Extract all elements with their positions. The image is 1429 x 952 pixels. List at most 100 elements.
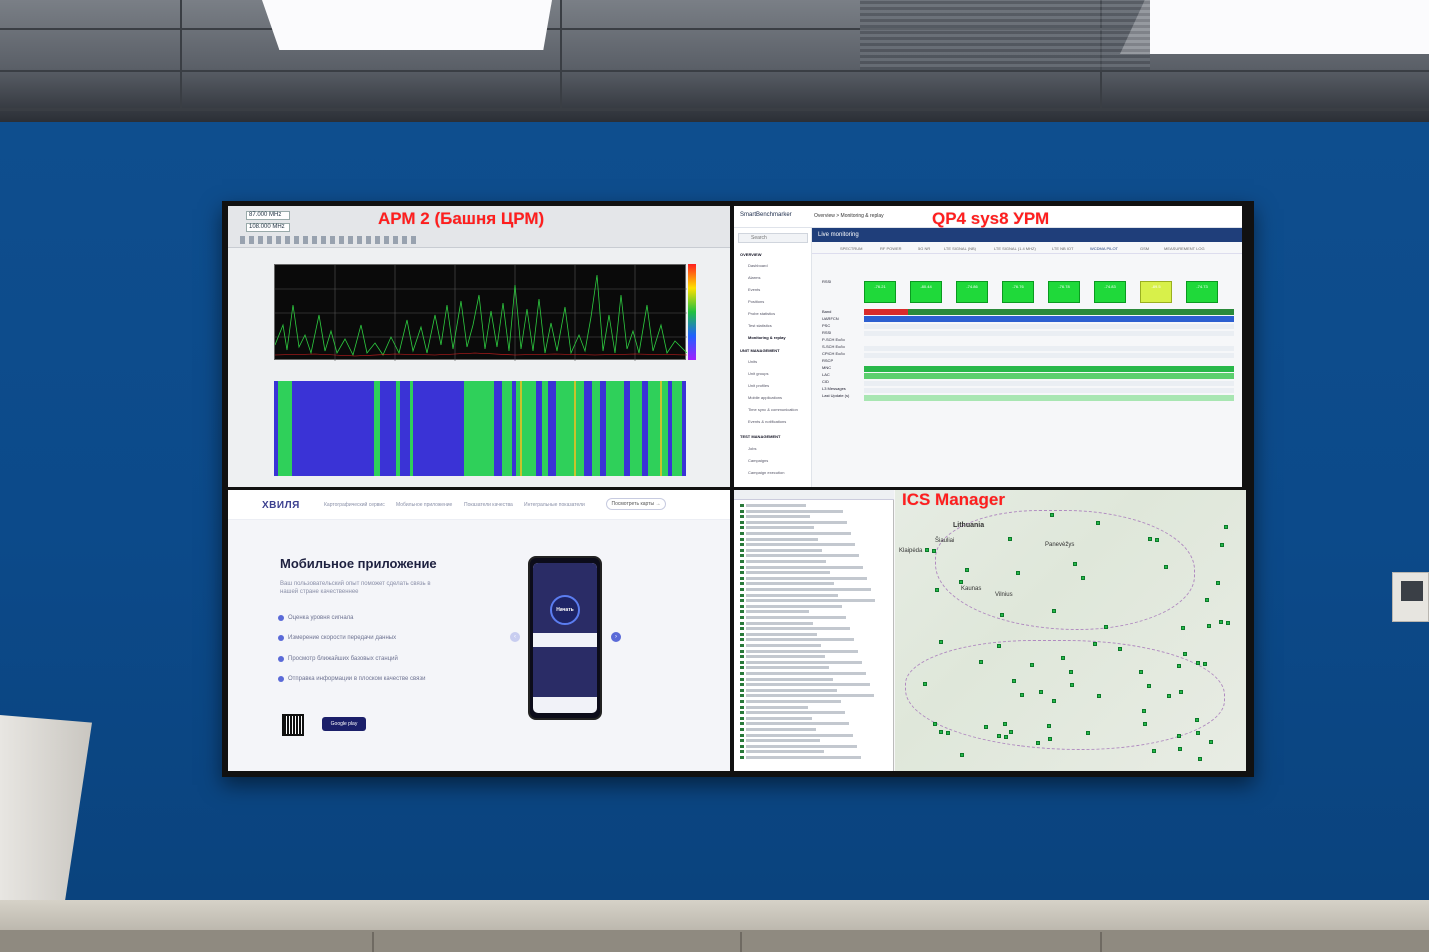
station-marker[interactable]	[1167, 694, 1171, 698]
nav-link-map-service[interactable]: Картографический сервис	[324, 502, 385, 508]
station-marker[interactable]	[1036, 741, 1040, 745]
qr-code[interactable]	[282, 714, 304, 736]
tree-node[interactable]	[746, 733, 853, 737]
tree-node[interactable]	[746, 621, 813, 625]
station-marker[interactable]	[1196, 661, 1200, 665]
tree-node[interactable]	[746, 548, 822, 552]
sidebar-item-campaigns[interactable]: Campaigns	[748, 458, 768, 463]
tree-node[interactable]	[746, 571, 830, 575]
tree-node[interactable]	[746, 722, 849, 726]
toolbar-buttons[interactable]	[240, 236, 420, 244]
tree-node[interactable]	[746, 716, 812, 720]
tree-node[interactable]	[746, 744, 857, 748]
station-marker[interactable]	[925, 548, 929, 552]
tree-node[interactable]	[746, 649, 858, 653]
station-marker[interactable]	[1020, 693, 1024, 697]
sidebar-section-overview[interactable]: OVERVIEW	[740, 252, 762, 257]
sidebar-item-positions[interactable]: Positions	[748, 299, 764, 304]
sidebar-item-unit-profiles[interactable]: Unit profiles	[748, 383, 769, 388]
nav-link-mobile-app[interactable]: Мобильное приложение	[396, 502, 452, 508]
station-marker[interactable]	[1152, 749, 1156, 753]
view-maps-button[interactable]: Посмотреть карты →	[606, 498, 666, 510]
tree-node[interactable]	[746, 683, 870, 687]
search-input[interactable]: Search	[738, 233, 808, 243]
tree-node[interactable]	[746, 526, 814, 530]
station-marker[interactable]	[1081, 576, 1085, 580]
station-marker[interactable]	[1178, 747, 1182, 751]
station-marker[interactable]	[1207, 624, 1211, 628]
station-marker[interactable]	[939, 640, 943, 644]
tree-node[interactable]	[746, 688, 837, 692]
tab-lte-14[interactable]: LTE SIGNAL (1.4 MHZ)	[994, 246, 1036, 251]
carousel-next-button[interactable]: ›	[611, 632, 621, 642]
station-marker[interactable]	[1070, 683, 1074, 687]
station-marker[interactable]	[1209, 740, 1213, 744]
station-marker[interactable]	[997, 644, 1001, 648]
tree-node[interactable]	[746, 554, 859, 558]
tree-node[interactable]	[746, 728, 816, 731]
breadcrumb[interactable]: Overview > Monitoring & replay	[814, 213, 884, 219]
tab-rf-power[interactable]: RF POWER	[880, 246, 902, 251]
site-logo[interactable]: ХВИЛЯ	[262, 500, 300, 511]
station-marker[interactable]	[1164, 565, 1168, 569]
sidebar-item-monitoring[interactable]: Monitoring & replay	[748, 335, 786, 340]
tree-node[interactable]	[746, 504, 806, 507]
station-marker[interactable]	[1009, 730, 1013, 734]
tree-node[interactable]	[746, 537, 818, 541]
station-marker[interactable]	[1179, 690, 1183, 694]
station-marker[interactable]	[1052, 609, 1056, 613]
station-marker[interactable]	[1097, 694, 1101, 698]
nav-link-quality[interactable]: Показатели качества	[464, 502, 513, 508]
station-marker[interactable]	[946, 731, 950, 735]
station-marker[interactable]	[1016, 571, 1020, 575]
map-view[interactable]: Lithuania Klaipėda Vilnius Kaunas Šiauli…	[895, 490, 1246, 771]
station-marker[interactable]	[1139, 670, 1143, 674]
tree-node[interactable]	[746, 756, 861, 759]
tree-node[interactable]	[746, 627, 850, 631]
tree-node[interactable]	[746, 588, 871, 591]
station-marker[interactable]	[1039, 690, 1043, 694]
station-marker[interactable]	[1052, 699, 1056, 703]
station-marker[interactable]	[1216, 581, 1220, 585]
station-marker[interactable]	[1073, 562, 1077, 566]
station-marker[interactable]	[939, 730, 943, 734]
station-marker[interactable]	[979, 660, 983, 664]
station-marker[interactable]	[932, 549, 936, 553]
tree-node[interactable]	[746, 655, 825, 659]
station-marker[interactable]	[965, 568, 969, 572]
station-marker[interactable]	[1069, 670, 1073, 674]
tree-node[interactable]	[746, 677, 833, 681]
sidebar-item-jobs[interactable]: Jobs	[748, 446, 756, 451]
station-marker[interactable]	[1143, 722, 1147, 726]
sidebar-item-campaign-execution[interactable]: Campaign execution	[748, 470, 784, 475]
station-marker[interactable]	[1203, 662, 1207, 666]
station-marker[interactable]	[1177, 734, 1181, 738]
tree-node[interactable]	[746, 599, 875, 603]
google-play-badge[interactable]: Google play	[322, 717, 366, 731]
sidebar-item-alarms[interactable]: Alarms	[748, 275, 760, 280]
station-marker[interactable]	[997, 734, 1001, 738]
sidebar-section-test-management[interactable]: TEST MANAGEMENT	[740, 434, 780, 439]
tree-node[interactable]	[746, 666, 829, 670]
tree-node[interactable]	[746, 515, 810, 519]
station-marker[interactable]	[1096, 521, 1100, 525]
tree-node[interactable]	[746, 660, 862, 664]
tree-node[interactable]	[746, 739, 820, 743]
sidebar-item-probe-statistics[interactable]: Probe statistics	[748, 311, 775, 316]
sidebar-item-mobile-apps[interactable]: Mobile applications	[748, 395, 782, 400]
station-marker[interactable]	[923, 682, 927, 686]
tree-node[interactable]	[746, 672, 866, 675]
tree-node[interactable]	[746, 604, 842, 608]
station-marker[interactable]	[1198, 757, 1202, 761]
carousel-prev-button[interactable]: ‹	[510, 632, 520, 642]
sidebar-item-units[interactable]: Units	[748, 359, 757, 364]
station-marker[interactable]	[1050, 513, 1054, 517]
station-marker[interactable]	[984, 725, 988, 729]
station-marker[interactable]	[1226, 621, 1230, 625]
station-marker[interactable]	[1142, 709, 1146, 713]
station-marker[interactable]	[1012, 679, 1016, 683]
station-marker[interactable]	[933, 722, 937, 726]
tab-wcdma-pilot[interactable]: WCDMA PILOT	[1090, 246, 1118, 251]
tree-node[interactable]	[746, 509, 843, 513]
tree-node[interactable]	[746, 593, 838, 597]
